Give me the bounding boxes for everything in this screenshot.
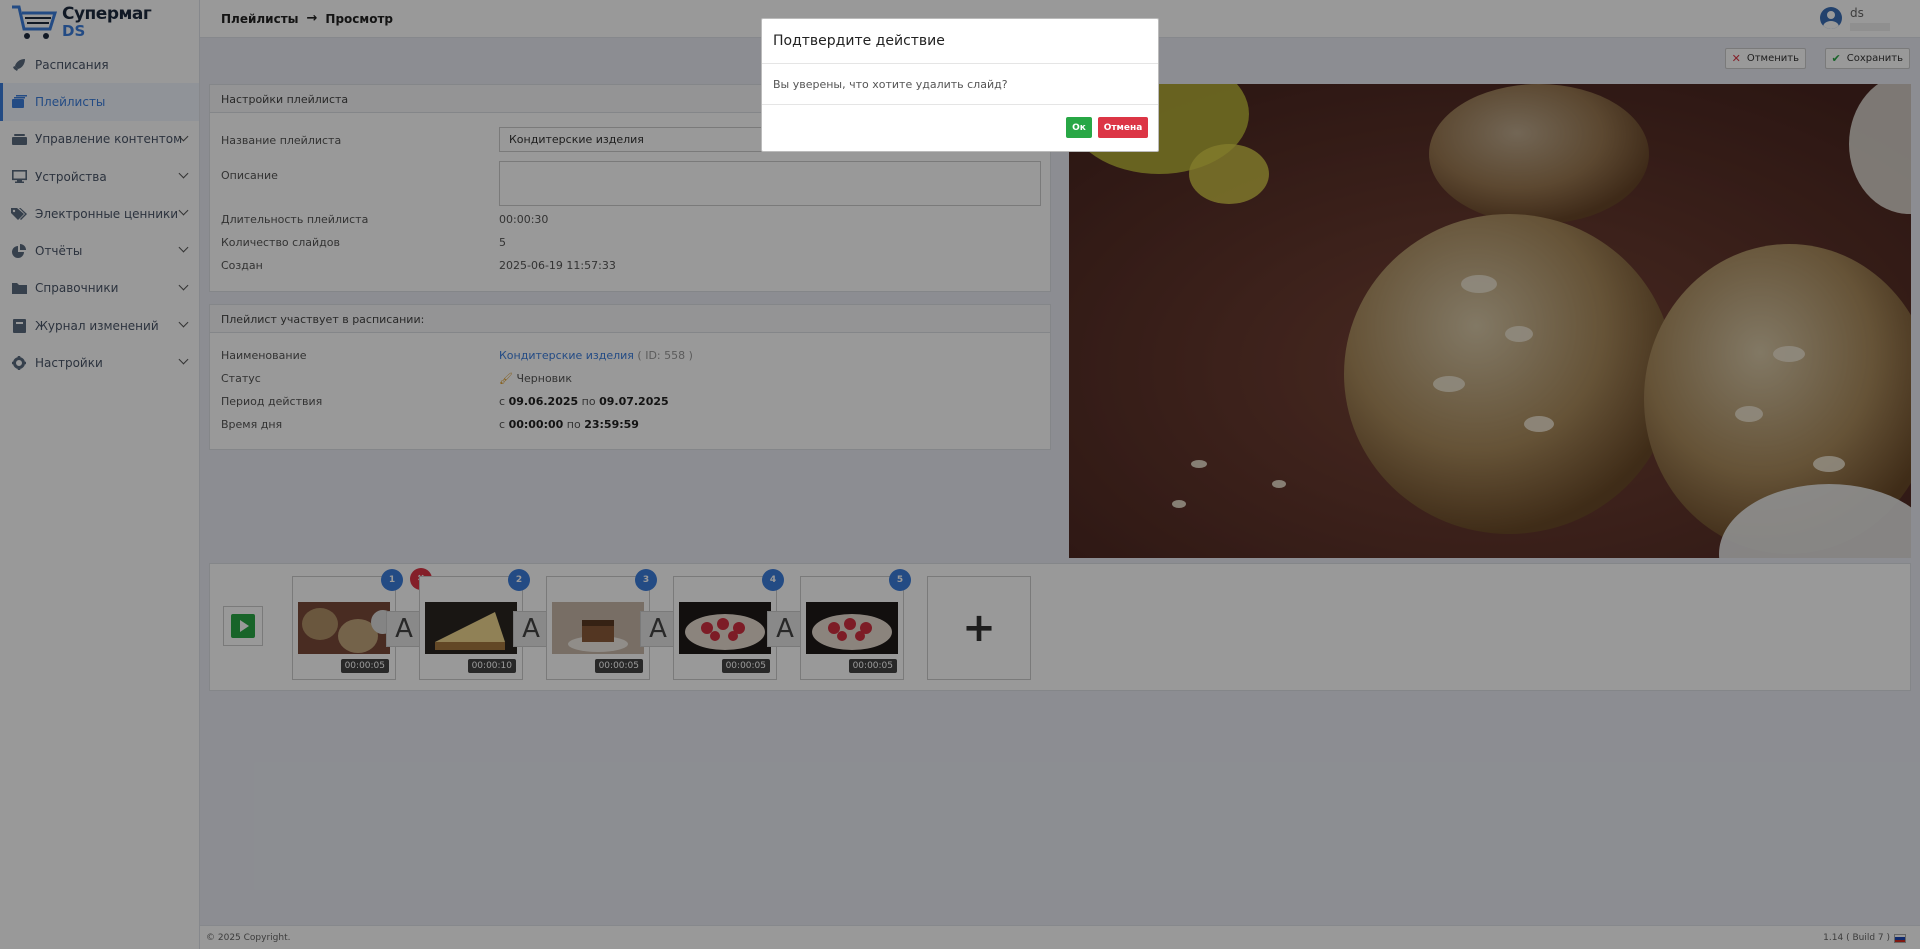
cancel-dialog-button[interactable]: Отмена bbox=[1098, 117, 1148, 138]
dialog-footer: Ок Отмена bbox=[762, 105, 1158, 151]
confirm-dialog: Подтвердите действие Вы уверены, что хот… bbox=[761, 18, 1159, 152]
ok-button[interactable]: Ок bbox=[1066, 117, 1092, 138]
dialog-message: Вы уверены, что хотите удалить слайд? bbox=[762, 64, 1158, 105]
dialog-title: Подтвердите действие bbox=[762, 19, 1158, 64]
